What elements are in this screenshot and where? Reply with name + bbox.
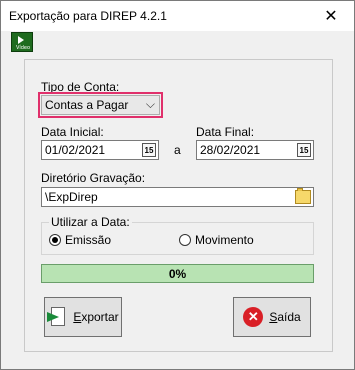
window-title: Exportação para DIREP 4.2.1 [9, 9, 167, 23]
progress-text: 0% [168, 267, 187, 281]
export-dialog-window: Exportação para DIREP 4.2.1 ✕ Vídeo Tipo… [0, 0, 355, 370]
sair-button[interactable]: ✕ Saída [233, 297, 311, 337]
exportar-label: Exportar [73, 310, 119, 324]
data-final-field[interactable]: 28/02/2021 15 [196, 140, 314, 160]
close-button[interactable]: ✕ [308, 1, 354, 31]
exit-icon: ✕ [243, 307, 264, 327]
diretorio-field[interactable]: \ExpDirep [41, 187, 314, 207]
calendar-icon[interactable]: 15 [142, 143, 156, 157]
radio-movimento[interactable]: Movimento [179, 233, 254, 247]
close-icon: ✕ [324, 8, 338, 25]
folder-icon[interactable] [295, 188, 311, 204]
radio-movimento-label: Movimento [195, 233, 254, 247]
title-bar: Exportação para DIREP 4.2.1 ✕ [1, 1, 354, 31]
diretorio-value: \ExpDirep [45, 190, 98, 204]
diretorio-label: Diretório Gravação: [41, 171, 146, 185]
play-icon [18, 36, 24, 44]
calendar-icon[interactable]: 15 [297, 143, 311, 157]
radio-emissao-label: Emissão [65, 233, 112, 247]
radio-movimento-dot[interactable] [179, 234, 191, 246]
sair-label: Saída [269, 310, 301, 324]
data-final-value: 28/02/2021 [200, 143, 261, 157]
export-icon [47, 307, 67, 327]
data-inicial-value: 01/02/2021 [45, 143, 106, 157]
data-inicial-label: Data Inicial: [41, 125, 104, 139]
toolbar: Vídeo [1, 31, 354, 53]
progress-bar: 0% [41, 264, 314, 283]
chevron-down-icon: ⌵ [145, 97, 155, 111]
date-separator: a [174, 143, 181, 157]
data-inicial-field[interactable]: 01/02/2021 15 [41, 140, 159, 160]
radio-emissao-dot[interactable] [49, 234, 61, 246]
exportar-button[interactable]: Exportar [44, 297, 122, 337]
radio-emissao[interactable]: Emissão [49, 233, 111, 247]
tipo-conta-select[interactable]: Contas a Pagar ⌵ [41, 95, 160, 115]
tipo-conta-value: Contas a Pagar [45, 98, 129, 112]
video-label: Vídeo [15, 45, 31, 51]
video-button[interactable]: Vídeo [11, 32, 33, 52]
utilizar-data-label: Utilizar a Data: [49, 215, 132, 229]
data-final-label: Data Final: [196, 125, 255, 139]
